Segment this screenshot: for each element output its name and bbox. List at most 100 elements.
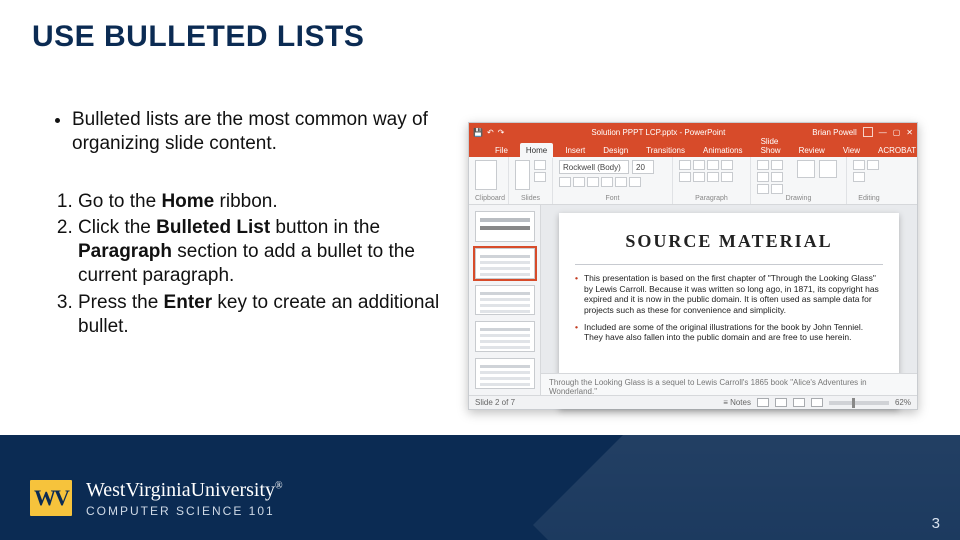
notes-pane: Through the Looking Glass is a sequel to… xyxy=(541,373,917,395)
tab-review: Review xyxy=(793,143,831,158)
tab-insert: Insert xyxy=(559,143,591,158)
minimize-icon: — xyxy=(879,128,887,137)
group-slides: Slides xyxy=(509,157,553,204)
preview-bullet: This presentation is based on the first … xyxy=(575,273,883,316)
tab-transitions: Transitions xyxy=(640,143,691,158)
close-icon: ✕ xyxy=(906,128,913,137)
page-number: 3 xyxy=(932,515,940,532)
redo-icon: ↷ xyxy=(498,128,505,137)
replace-icon xyxy=(867,160,879,170)
bold: Bulleted List xyxy=(156,217,270,238)
tab-home: Home xyxy=(520,143,553,158)
bold: Home xyxy=(161,191,214,212)
underline-icon xyxy=(587,177,599,187)
window-titlebar: 💾 ↶ ↷ Solution PPPT LCP.pptx - PowerPoin… xyxy=(469,123,917,141)
step-1: Go to the Home ribbon. xyxy=(78,190,450,214)
ribbon: Clipboard Slides Rockwell (Body) 20 Font… xyxy=(469,157,917,205)
wvu-logo-icon: WV xyxy=(28,478,74,518)
slide-footer: WV WestVirginiaUniversity® COMPUTER SCIE… xyxy=(0,435,960,540)
group-label: Slides xyxy=(515,195,546,202)
text: University xyxy=(191,479,275,501)
tab-view: View xyxy=(837,143,866,158)
thumbnail xyxy=(475,211,535,242)
sorter-view-icon xyxy=(775,398,787,407)
maximize-icon: ▢ xyxy=(893,128,901,137)
intro-bullet: Bulleted lists are the most common way o… xyxy=(72,108,450,156)
group-font: Rockwell (Body) 20 Font xyxy=(553,157,673,204)
indent-inc-icon xyxy=(721,160,733,170)
font-name-select: Rockwell (Body) xyxy=(559,160,629,174)
align-center-icon xyxy=(693,172,705,182)
step-2: Click the Bulleted List button in the Pa… xyxy=(78,216,450,289)
preview-bullet: Included are some of the original illust… xyxy=(575,322,883,343)
group-label: Editing xyxy=(853,195,885,202)
shape-icon xyxy=(757,172,769,182)
undo-icon: ↶ xyxy=(487,128,494,137)
text: ribbon. xyxy=(214,191,277,212)
bold: Paragraph xyxy=(78,241,172,262)
powerpoint-screenshot: 💾 ↶ ↷ Solution PPPT LCP.pptx - PowerPoin… xyxy=(468,122,918,410)
indent-dec-icon xyxy=(707,160,719,170)
group-paragraph: Paragraph xyxy=(673,157,751,204)
tab-file: File xyxy=(489,143,514,158)
tab-animations: Animations xyxy=(697,143,749,158)
user-name: Brian Powell xyxy=(812,128,856,137)
status-bar: Slide 2 of 7 ≡ Notes 62% xyxy=(469,395,917,409)
zoom-level: 62% xyxy=(895,398,911,407)
group-label: Font xyxy=(559,195,666,202)
columns-icon xyxy=(721,172,733,182)
group-label: Drawing xyxy=(757,195,840,202)
preview-title: SOURCE MATERIAL xyxy=(575,231,883,252)
reading-view-icon xyxy=(793,398,805,407)
footer-sheen xyxy=(533,435,960,540)
normal-view-icon xyxy=(757,398,769,407)
registered-mark: ® xyxy=(275,480,283,491)
font-size-select: 20 xyxy=(632,160,654,174)
text: Press the xyxy=(78,292,164,313)
thumbnail-selected xyxy=(475,248,535,279)
ribbon-tabs: File Home Insert Design Transitions Anim… xyxy=(469,141,917,157)
font-color-icon xyxy=(629,177,641,187)
text: Click the xyxy=(78,217,156,238)
thumbnail xyxy=(475,285,535,316)
slide-thumbnails xyxy=(469,205,541,395)
slide-body: Bulleted lists are the most common way o… xyxy=(50,108,450,341)
tab-design: Design xyxy=(597,143,634,158)
save-icon: 💾 xyxy=(473,128,483,137)
text: This presentation is based on the first … xyxy=(584,273,883,316)
shape-icon xyxy=(771,184,783,194)
slide-canvas: SOURCE MATERIAL This presentation is bas… xyxy=(541,205,917,395)
ribbon-options-icon xyxy=(863,127,873,137)
wvu-branding: WV WestVirginiaUniversity® COMPUTER SCIE… xyxy=(28,478,283,518)
align-left-icon xyxy=(679,172,691,182)
numbering-icon xyxy=(693,160,705,170)
find-icon xyxy=(853,160,865,170)
text: Included are some of the original illust… xyxy=(584,322,883,343)
bold: Enter xyxy=(164,292,213,313)
group-drawing: Drawing xyxy=(751,157,847,204)
divider xyxy=(575,264,883,265)
reset-icon xyxy=(534,172,546,182)
quick-styles-icon xyxy=(819,160,837,178)
layout-icon xyxy=(534,160,546,170)
step-3: Press the Enter key to create an additio… xyxy=(78,291,450,340)
shape-icon xyxy=(771,160,783,170)
thumbnail xyxy=(475,358,535,389)
work-area: SOURCE MATERIAL This presentation is bas… xyxy=(469,205,917,395)
select-icon xyxy=(853,172,865,182)
slide-counter: Slide 2 of 7 xyxy=(475,398,515,407)
tab-slideshow: Slide Show xyxy=(755,134,787,158)
thumbnail xyxy=(475,321,535,352)
tab-storyboarding: Storyboarding xyxy=(928,143,960,158)
group-label: Clipboard xyxy=(475,195,502,202)
bullets-icon xyxy=(679,160,691,170)
text: button in the xyxy=(270,217,380,238)
align-right-icon xyxy=(707,172,719,182)
shadow-icon xyxy=(601,177,613,187)
group-clipboard: Clipboard xyxy=(469,157,509,204)
intro-list: Bulleted lists are the most common way o… xyxy=(50,108,450,156)
text: Go to the xyxy=(78,191,161,212)
department-name: COMPUTER SCIENCE 101 xyxy=(86,504,283,518)
steps-list: Go to the Home ribbon. Click the Bullete… xyxy=(50,190,450,340)
new-slide-icon xyxy=(515,160,530,190)
